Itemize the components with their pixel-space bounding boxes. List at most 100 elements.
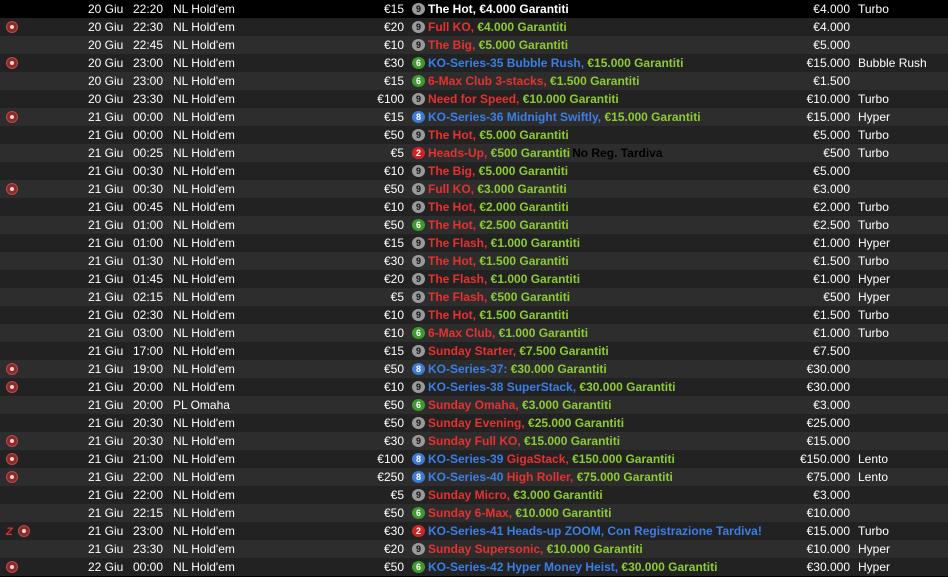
table-row[interactable]: 21 Giu 02:15 NL Hold'em €5 9 The Flash, €500 … — [0, 288, 948, 306]
date-cell: 21 Giu — [88, 380, 124, 394]
prize-cell: €15.000 — [806, 56, 850, 70]
table-row[interactable]: 21 Giu 00:00 NL Hold'em €15 8 KO-Series-36 Mi… — [0, 108, 948, 126]
speed-cell: Turbo — [858, 146, 889, 160]
table-row[interactable]: 21 Giu 21:00 NL Hold'em €100 8 KO-Series-39 G… — [0, 450, 948, 468]
table-row[interactable]: 20 Giu 23:30 NL Hold'em €100 9 Need for Speed… — [0, 90, 948, 108]
table-row[interactable]: 21 Giu 00:30 NL Hold'em €50 9 Full KO, €3.000… — [0, 180, 948, 198]
game-cell: NL Hold'em — [173, 470, 235, 484]
ko-icon — [6, 471, 18, 483]
row-icons — [6, 216, 46, 234]
buyin-cell: €15 — [383, 74, 404, 88]
buyin-cell: €15 — [383, 236, 404, 250]
seats-badge: 9 — [412, 21, 425, 33]
date-cell: 21 Giu — [88, 110, 124, 124]
date-cell: 21 Giu — [88, 434, 124, 448]
date-cell: 20 Giu — [88, 2, 124, 16]
ko-icon — [18, 525, 30, 537]
tournament-name: Sunday 6-Max, — [428, 506, 513, 520]
game-cell: NL Hold'em — [173, 308, 235, 322]
table-row[interactable]: 21 Giu 00:30 NL Hold'em €10 9 The Big, €5.000… — [0, 162, 948, 180]
game-cell: NL Hold'em — [173, 542, 235, 556]
row-icons — [6, 270, 46, 288]
prize-cell: €25.000 — [806, 416, 850, 430]
date-cell: 21 Giu — [88, 326, 124, 340]
game-cell: NL Hold'em — [173, 344, 235, 358]
row-icons — [6, 342, 46, 360]
seats-badge: 9 — [412, 273, 425, 285]
tournament-name: The Hot, — [428, 128, 476, 142]
game-cell: NL Hold'em — [173, 434, 235, 448]
guarantee-text: €5.000 Garantiti — [476, 128, 569, 142]
table-row[interactable]: 20 Giu 23:00 NL Hold'em €30 6 KO-Series-35 Bu… — [0, 54, 948, 72]
time-cell: 20:00 — [133, 398, 164, 412]
table-row[interactable]: 21 Giu 00:25 NL Hold'em €5 2 Heads-Up, €500 G… — [0, 144, 948, 162]
time-cell: 20:30 — [133, 416, 164, 430]
game-cell: NL Hold'em — [173, 488, 235, 502]
table-row[interactable]: 21 Giu 20:30 NL Hold'em €50 9 Sunday Evening,… — [0, 414, 948, 432]
date-cell: 21 Giu — [88, 290, 124, 304]
row-icons — [6, 414, 46, 432]
game-cell: NL Hold'em — [173, 380, 235, 394]
table-row[interactable]: 20 Giu 23:00 NL Hold'em €15 6 6-Max Club 3-st… — [0, 72, 948, 90]
table-row[interactable]: 21 Giu 00:45 NL Hold'em €10 9 The Hot, €2.000… — [0, 198, 948, 216]
prize-cell: €5.000 — [813, 38, 850, 52]
table-row[interactable]: 20 Giu 22:20 NL Hold'em €15 9 The Hot, €4.000… — [0, 0, 948, 18]
game-cell: NL Hold'em — [173, 128, 235, 142]
buyin-cell: €50 — [383, 218, 404, 232]
table-row[interactable]: 21 Giu 03:00 NL Hold'em €10 6 6-Max Club, €1.… — [0, 324, 948, 342]
tournament-name: Sunday Micro, — [428, 488, 511, 502]
table-row[interactable]: Z 21 Giu 23:00 NL Hold'em €30 2 KO-Series-41 H… — [0, 522, 948, 540]
seats-badge: 9 — [412, 435, 425, 447]
table-row[interactable]: 21 Giu 22:00 NL Hold'em €250 8 KO-Series-40 H… — [0, 468, 948, 486]
table-row[interactable]: 21 Giu 00:00 NL Hold'em €50 9 The Hot, €5.000… — [0, 126, 948, 144]
table-row[interactable]: 21 Giu 01:45 NL Hold'em €20 9 The Flash, €1.0… — [0, 270, 948, 288]
prize-cell: €30.000 — [806, 362, 850, 376]
speed-cell — [858, 396, 948, 414]
prize-cell: €15.000 — [806, 434, 850, 448]
tournament-table: 20 Giu 22:20 NL Hold'em €15 9 The Hot, €4.000… — [0, 0, 948, 576]
table-row[interactable]: 20 Giu 22:30 NL Hold'em €20 9 Full KO, €4.000… — [0, 18, 948, 36]
prize-cell: €1.000 — [813, 272, 850, 286]
tournament-name: KO-Series-40 — [428, 470, 504, 484]
date-cell: 21 Giu — [88, 128, 124, 142]
table-row[interactable]: 21 Giu 20:00 PL Omaha €50 6 Sunday Omaha, €3.… — [0, 396, 948, 414]
table-row[interactable]: 21 Giu 22:15 NL Hold'em €50 6 Sunday 6-Max, €… — [0, 504, 948, 522]
guarantee-text: €4.000 Garantiti — [476, 2, 569, 16]
table-row[interactable]: 21 Giu 20:00 NL Hold'em €10 9 KO-Series-38 Su… — [0, 378, 948, 396]
table-row[interactable]: 21 Giu 01:00 NL Hold'em €15 9 The Flash, €1.0… — [0, 234, 948, 252]
time-cell: 00:00 — [133, 128, 164, 142]
table-row[interactable]: 21 Giu 23:30 NL Hold'em €20 9 Sunday Superson… — [0, 540, 948, 558]
game-cell: NL Hold'em — [173, 164, 235, 178]
seats-badge: 6 — [412, 327, 425, 339]
time-cell: 20:00 — [133, 380, 164, 394]
game-cell: NL Hold'em — [173, 362, 235, 376]
table-row[interactable]: 21 Giu 17:00 NL Hold'em €15 9 Sunday Starter,… — [0, 342, 948, 360]
prize-cell: €1.000 — [813, 236, 850, 250]
row-icons — [6, 252, 46, 270]
prize-cell: €1.500 — [813, 254, 850, 268]
prize-cell: €4.000 — [813, 20, 850, 34]
game-cell: NL Hold'em — [173, 506, 235, 520]
game-cell: NL Hold'em — [173, 326, 235, 340]
date-cell: 21 Giu — [88, 362, 124, 376]
tournament-name: KO-Series-35 Bubble Rush, — [428, 56, 585, 70]
table-row[interactable]: 21 Giu 01:00 NL Hold'em €50 6 The Hot, €2.500… — [0, 216, 948, 234]
speed-cell: Hyper — [858, 272, 891, 286]
table-row[interactable]: 22 Giu 00:00 NL Hold'em €50 6 KO-Series-42 Hy… — [0, 558, 948, 576]
table-row[interactable]: 21 Giu 20:30 NL Hold'em €30 9 Sunday Full KO,… — [0, 432, 948, 450]
table-row[interactable]: 20 Giu 22:45 NL Hold'em €10 9 The Big, €5.000… — [0, 36, 948, 54]
game-cell: NL Hold'em — [173, 146, 235, 160]
table-row[interactable]: 21 Giu 01:30 NL Hold'em €30 9 The Hot, €1.500… — [0, 252, 948, 270]
row-icons — [6, 126, 46, 144]
game-cell: NL Hold'em — [173, 254, 235, 268]
table-row[interactable]: 21 Giu 02:30 NL Hold'em €10 9 The Hot, €1.500… — [0, 306, 948, 324]
table-row[interactable]: 21 Giu 19:00 NL Hold'em €50 8 KO-Series-37: €… — [0, 360, 948, 378]
ko-icon — [6, 57, 18, 69]
prize-cell: €150.000 — [799, 452, 850, 466]
seats-badge: 9 — [412, 345, 425, 357]
table-row[interactable]: 21 Giu 22:00 NL Hold'em €5 9 Sunday Micro, €3… — [0, 486, 948, 504]
time-cell: 22:20 — [133, 2, 164, 16]
prize-cell: €2.000 — [813, 200, 850, 214]
prize-cell: €75.000 — [806, 470, 850, 484]
game-cell: NL Hold'em — [173, 56, 235, 70]
